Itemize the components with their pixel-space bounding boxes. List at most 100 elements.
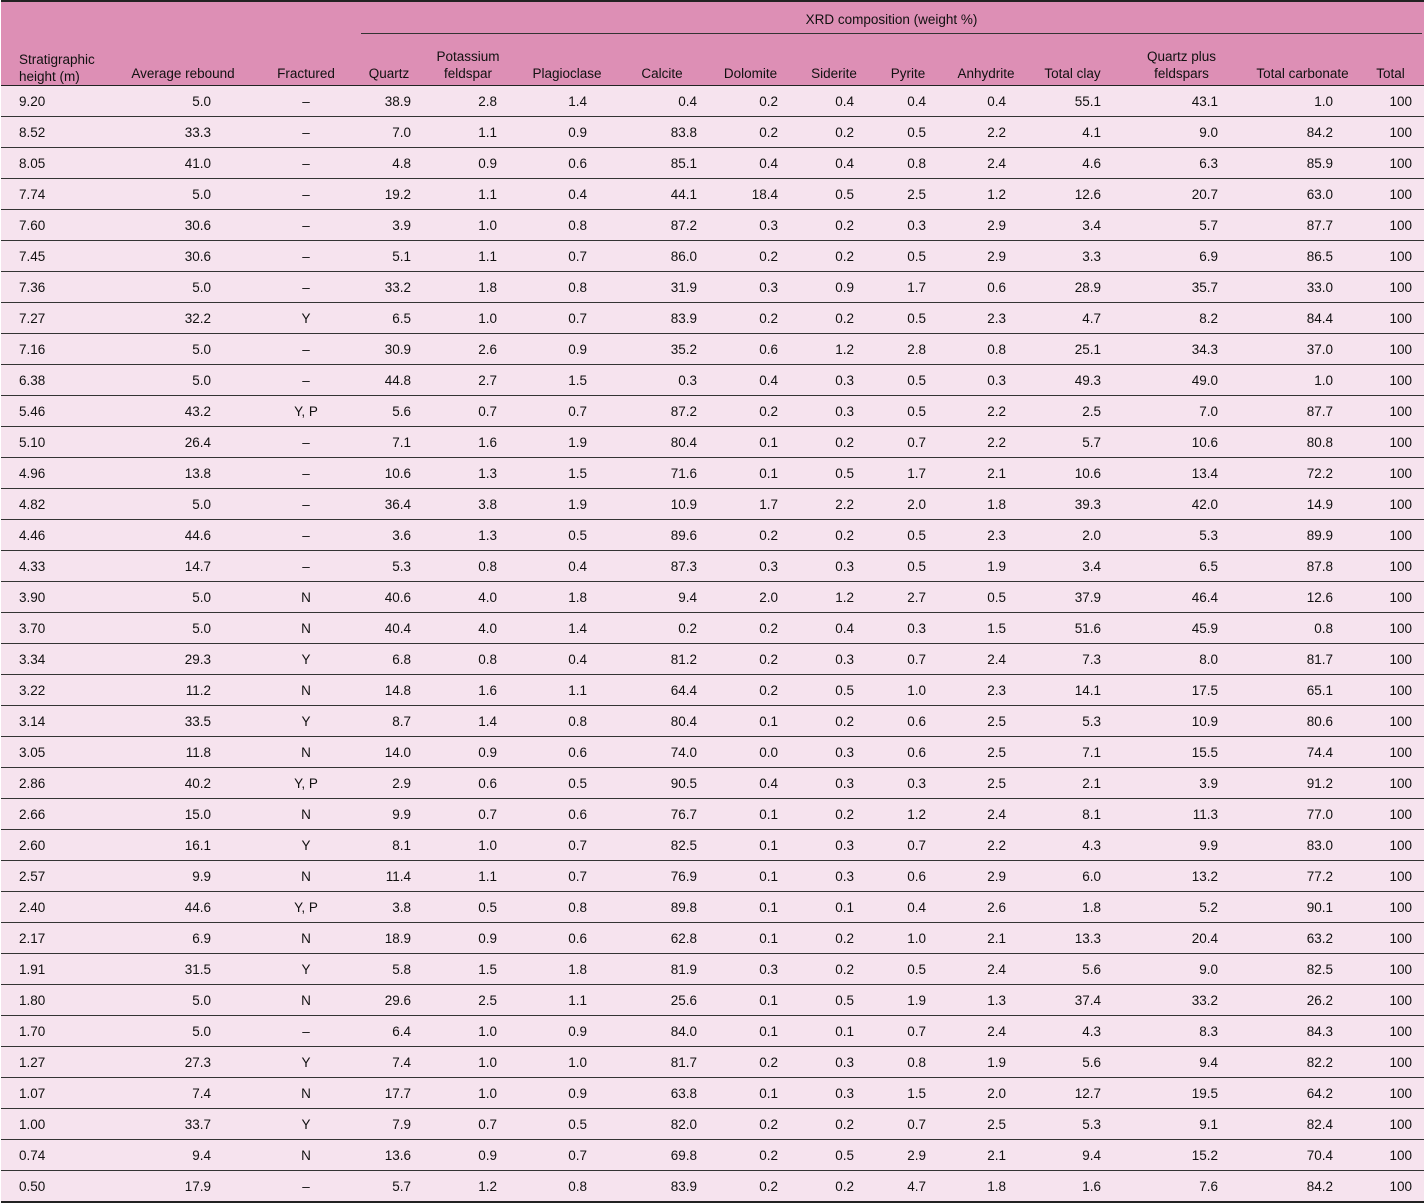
cell-total-carbonate: 89.9 <box>1248 519 1357 551</box>
cell-fractured: N <box>253 736 359 768</box>
cell-potassium-feldspar: 4.0 <box>419 612 517 644</box>
cell-plagioclase: 0.8 <box>517 271 617 303</box>
cell-total-carbonate: 26.2 <box>1248 984 1357 1016</box>
cell-siderite: 0.2 <box>794 705 874 737</box>
cell-quartz-plus-feldspars: 9.4 <box>1115 1046 1248 1078</box>
cell-total: 100 <box>1357 1108 1424 1140</box>
cell-total: 100 <box>1357 333 1424 365</box>
cell-plagioclase: 1.4 <box>517 612 617 644</box>
cell-calcite: 84.0 <box>617 1015 707 1047</box>
cell-siderite: 2.2 <box>794 488 874 520</box>
cell-average-rebound: 5.0 <box>113 612 253 644</box>
cell-total-carbonate: 86.5 <box>1248 240 1357 272</box>
cell-total-carbonate: 82.2 <box>1248 1046 1357 1078</box>
cell-anhydrite: 1.9 <box>942 1046 1030 1078</box>
table-row: 3.05 11.8 N 14.0 0.9 0.6 74.0 0.0 0.3 0.6 2.5 7.1 15… <box>1 736 1424 768</box>
cell-siderite: 0.5 <box>794 178 874 210</box>
cell-total-clay: 12.6 <box>1030 178 1115 210</box>
cell-total-clay: 14.1 <box>1030 674 1115 706</box>
cell-fractured: Y <box>253 953 359 985</box>
table-row: 4.96 13.8–10.6 1.3 1.5 71.6 0.1 0.5 1.7 2.1 10.6 1… <box>1 457 1424 489</box>
cell-pyrite: 0.3 <box>874 767 942 799</box>
cell-total: 100 <box>1357 302 1424 334</box>
cell-anhydrite: 2.1 <box>942 922 1030 954</box>
table-row: 5.10 26.4–7.1 1.6 1.9 80.4 0.1 0.2 0.7 2.2 5.7 10.… <box>1 426 1424 458</box>
cell-siderite: 0.3 <box>794 767 874 799</box>
cell-fractured: N <box>253 798 359 830</box>
cell-average-rebound: 33.5 <box>113 705 253 737</box>
cell-total-carbonate: 33.0 <box>1248 271 1357 303</box>
cell-calcite: 74.0 <box>617 736 707 768</box>
cell-quartz-plus-feldspars: 6.3 <box>1115 147 1248 179</box>
cell-height: 3.70 <box>1 612 113 644</box>
cell-height: 4.46 <box>1 519 113 551</box>
table-row: 1.80 5.0 N 29.6 2.5 1.1 25.6 0.1 0.5 1.9 1.3 37.4 33… <box>1 984 1424 1016</box>
cell-potassium-feldspar: 1.0 <box>419 1077 517 1109</box>
cell-average-rebound: 6.9 <box>113 922 253 954</box>
cell-quartz-plus-feldspars: 8.3 <box>1115 1015 1248 1047</box>
xrd-composition-table: Stratigraphic height (m) XRD composition … <box>1 0 1424 1203</box>
cell-pyrite: 0.4 <box>874 85 942 117</box>
cell-potassium-feldspar: 0.6 <box>419 767 517 799</box>
cell-siderite: 0.3 <box>794 1077 874 1109</box>
cell-quartz-plus-feldspars: 5.2 <box>1115 891 1248 923</box>
cell-quartz: 10.6 <box>359 457 419 489</box>
cell-siderite: 1.2 <box>794 581 874 613</box>
cell-potassium-feldspar: 0.9 <box>419 147 517 179</box>
cell-quartz-plus-feldspars: 19.5 <box>1115 1077 1248 1109</box>
cell-potassium-feldspar: 1.1 <box>419 116 517 148</box>
cell-siderite: 0.2 <box>794 116 874 148</box>
cell-height: 0.74 <box>1 1139 113 1171</box>
cell-calcite: 25.6 <box>617 984 707 1016</box>
cell-potassium-feldspar: 0.9 <box>419 1139 517 1171</box>
cell-total-clay: 2.0 <box>1030 519 1115 551</box>
cell-fractured: N <box>253 860 359 892</box>
cell-siderite: 0.4 <box>794 147 874 179</box>
cell-quartz-plus-feldspars: 35.7 <box>1115 271 1248 303</box>
cell-anhydrite: 2.4 <box>942 798 1030 830</box>
table-row: 4.46 44.6–3.6 1.3 0.5 89.6 0.2 0.2 0.5 2.3 2.0 5.3… <box>1 519 1424 551</box>
cell-dolomite: 0.4 <box>707 147 794 179</box>
cell-plagioclase: 0.6 <box>517 736 617 768</box>
cell-dolomite: 0.1 <box>707 984 794 1016</box>
cell-total-clay: 1.8 <box>1030 891 1115 923</box>
cell-plagioclase: 0.4 <box>517 643 617 675</box>
cell-anhydrite: 1.9 <box>942 550 1030 582</box>
cell-potassium-feldspar: 0.7 <box>419 1108 517 1140</box>
cell-plagioclase: 0.8 <box>517 891 617 923</box>
cell-pyrite: 4.7 <box>874 1170 942 1203</box>
cell-dolomite: 0.1 <box>707 891 794 923</box>
cell-average-rebound: 29.3 <box>113 643 253 675</box>
cell-total: 100 <box>1357 240 1424 272</box>
cell-calcite: 81.2 <box>617 643 707 675</box>
cell-total-carbonate: 81.7 <box>1248 643 1357 675</box>
cell-average-rebound: 40.2 <box>113 767 253 799</box>
cell-total-clay: 4.6 <box>1030 147 1115 179</box>
cell-potassium-feldspar: 2.8 <box>419 85 517 117</box>
cell-pyrite: 0.3 <box>874 612 942 644</box>
cell-fractured: – <box>253 271 359 303</box>
cell-average-rebound: 33.7 <box>113 1108 253 1140</box>
cell-total-carbonate: 72.2 <box>1248 457 1357 489</box>
cell-total-clay: 25.1 <box>1030 333 1115 365</box>
cell-height: 1.07 <box>1 1077 113 1109</box>
cell-calcite: 89.8 <box>617 891 707 923</box>
cell-quartz: 5.8 <box>359 953 419 985</box>
cell-plagioclase: 0.9 <box>517 116 617 148</box>
table-row: 4.82 5.0–36.4 3.8 1.9 10.9 1.7 2.2 2.0 1.8 39.3 42… <box>1 488 1424 520</box>
cell-calcite: 81.7 <box>617 1046 707 1078</box>
cell-pyrite: 2.7 <box>874 581 942 613</box>
cell-potassium-feldspar: 1.1 <box>419 860 517 892</box>
cell-quartz: 6.8 <box>359 643 419 675</box>
cell-potassium-feldspar: 1.3 <box>419 457 517 489</box>
cell-potassium-feldspar: 1.0 <box>419 302 517 334</box>
cell-plagioclase: 1.8 <box>517 581 617 613</box>
cell-siderite: 0.5 <box>794 457 874 489</box>
cell-average-rebound: 13.8 <box>113 457 253 489</box>
cell-fractured: – <box>253 550 359 582</box>
cell-plagioclase: 0.7 <box>517 240 617 272</box>
cell-average-rebound: 5.0 <box>113 178 253 210</box>
col-header-average-rebound: Average rebound <box>113 34 253 86</box>
cell-average-rebound: 5.0 <box>113 488 253 520</box>
cell-average-rebound: 31.5 <box>113 953 253 985</box>
